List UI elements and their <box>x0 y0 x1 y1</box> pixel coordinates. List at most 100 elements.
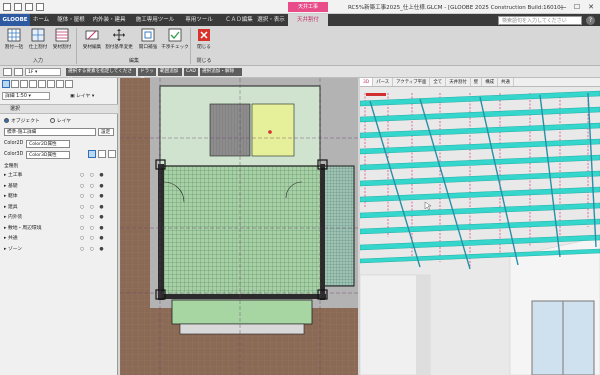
ribbon-tab-bar: GLOOBE ホーム 躯体・屋根 内外装・建具 施工専用ツール 専用ツール ＣＡ… <box>0 14 600 26</box>
color3d-label: Color3D <box>4 152 24 157</box>
tree-item[interactable]: ▸ 躯体 ○ ○ ● <box>4 192 114 203</box>
ribbon-panel: 割付一括 仕上割付 受材割付 入力 受材編集 割付基準変更 開口補強 干渉チェッ… <box>0 26 600 66</box>
preset-select[interactable]: 標準-施工詳細 <box>4 128 96 136</box>
visibility-icon[interactable] <box>88 150 96 158</box>
cad-toggle-button[interactable]: CAD <box>184 68 198 76</box>
check-icon <box>168 28 182 42</box>
interference-check-button[interactable]: 干渉チェック <box>160 28 190 56</box>
tab-home[interactable]: ホーム <box>30 14 52 26</box>
tab-structure[interactable]: 躯体・屋根 <box>56 14 86 26</box>
pan-icon[interactable] <box>20 80 28 88</box>
quick-access-toolbar <box>3 3 44 11</box>
bulk-layout-button[interactable]: 割付一括 <box>2 28 26 56</box>
app-menu-icon[interactable] <box>3 3 11 11</box>
tree-item[interactable]: ▸ 内外装 ○ ○ ● <box>4 213 114 224</box>
tree-item[interactable]: ▸ 土工事 ○ ○ ● <box>4 171 114 182</box>
tab-structure[interactable]: 構成 <box>482 78 498 86</box>
finish-grid-icon <box>31 28 45 42</box>
color2d-select[interactable]: Color2D属性 <box>26 140 70 148</box>
group-label-close: 閉じる <box>196 58 212 64</box>
range-add-button[interactable]: 範囲追加 <box>158 68 182 76</box>
maximize-button[interactable]: ☐ <box>570 1 584 13</box>
left-panel: 詳細 1:50 ▾ ▣ レイヤ ▾ 選択 オブジェクト レイヤ 標準-施工詳細 … <box>0 78 118 375</box>
window-title: RC5%新築工事2025_仕上仕様.GLCM - [GLOOBE 2025 Co… <box>348 5 563 11</box>
zoom-icon[interactable] <box>11 80 19 88</box>
minimize-button[interactable]: — <box>556 1 570 13</box>
support-grid-icon <box>55 28 69 42</box>
tab-special-tools[interactable]: 専用ツール <box>182 14 216 26</box>
drag-mode-button[interactable]: ドラッグ <box>138 68 156 82</box>
close-red-icon <box>197 28 211 42</box>
fit-icon[interactable] <box>47 80 55 88</box>
help-icon[interactable]: ? <box>586 16 595 25</box>
selection-panel-header: 選択 <box>0 104 118 114</box>
perspective-view[interactable]: 3D パース アクティブ平面 全て 天井割付 壁 構成 共通 <box>360 78 600 375</box>
layer-button[interactable]: ▣ レイヤ ▾ <box>70 92 94 99</box>
layout-origin-button[interactable]: 割付基準変更 <box>104 28 134 56</box>
tab-common[interactable]: 共通 <box>498 78 514 86</box>
select-toggle-button[interactable]: 選択追加・解除 <box>200 68 242 76</box>
tab-ceiling-layout[interactable]: 天井割付 <box>288 14 328 26</box>
plan-view[interactable] <box>120 78 358 375</box>
select-arrow-icon[interactable] <box>2 80 10 88</box>
radio-layer[interactable]: レイヤ <box>49 117 71 124</box>
tab-ceiling[interactable]: 天井割付 <box>446 78 471 86</box>
tree-item[interactable]: ▸ 敷地・周辺環境 ○ ○ ● <box>4 224 114 235</box>
rotate-icon[interactable] <box>29 80 37 88</box>
finish-layout-button[interactable]: 仕上割付 <box>26 28 50 56</box>
close-window-button[interactable]: ✕ <box>584 1 598 13</box>
filter-icon[interactable] <box>98 150 106 158</box>
funnel-icon[interactable] <box>108 150 116 158</box>
ribbon-separator <box>76 28 77 64</box>
tree-item[interactable]: ▸ ゾーン ○ ○ ● <box>4 245 114 256</box>
selection-mode: オブジェクト レイヤ <box>4 117 71 124</box>
undo-icon[interactable] <box>25 3 33 11</box>
group-label-input: 入力 <box>32 58 43 64</box>
tree-item[interactable]: ▸ 建具 ○ ○ ● <box>4 203 114 214</box>
opening-reinforce-button[interactable]: 開口補強 <box>136 28 160 56</box>
grid-layout-icon <box>7 28 21 42</box>
tab-all[interactable]: 全て <box>430 78 447 86</box>
status-prompt: 選択する要素を指定してください <box>66 68 136 82</box>
redo-icon[interactable] <box>36 3 44 11</box>
tab-wall[interactable]: 壁 <box>471 78 483 86</box>
tab-construction-tools[interactable]: 施工専用ツール <box>132 14 178 26</box>
category-tree: ▸ 土工事 ○ ○ ● ▸ 基礎 ○ ○ ● ▸ 躯体 ○ ○ ● ▸ 建具 ○ ○ ●… <box>4 171 114 255</box>
tree-item[interactable]: ▸ 基礎 ○ ○ ● <box>4 182 114 193</box>
scale-select[interactable]: 詳細 1:50 ▾ <box>2 92 50 100</box>
support-edit-button[interactable]: 受材編集 <box>80 28 104 56</box>
tab-finishes[interactable]: 内外装・建具 <box>90 14 128 26</box>
view-tabs: 3D パース アクティブ平面 全て 天井割付 壁 構成 共通 <box>360 78 600 87</box>
support-layout-button[interactable]: 受材割付 <box>50 28 74 56</box>
tree-item[interactable]: ▸ 共通 ○ ○ ● <box>4 234 114 245</box>
tab-gloobe[interactable]: GLOOBE <box>0 14 30 26</box>
color3d-select[interactable]: Color3D属性 <box>26 151 70 159</box>
preset-settings-button[interactable]: 設定 <box>98 128 114 136</box>
close-ribbon-button[interactable]: 閉じる <box>192 28 216 56</box>
tab-select-display[interactable]: 選択・表示 <box>254 14 288 26</box>
tab-perspective[interactable]: パース <box>373 78 394 86</box>
nav-prev-icon[interactable] <box>3 68 12 76</box>
title-bar: 天井工事 RC5%新築工事2025_仕上仕様.GLCM - [GLOOBE 20… <box>0 0 600 14</box>
opening-icon <box>141 28 155 42</box>
section-icon[interactable] <box>56 80 64 88</box>
save-icon[interactable] <box>14 3 22 11</box>
view-tool-row <box>2 80 73 88</box>
selection-toolbar: 1F ▾ 選択する要素を指定してください ドラッグ 範囲追加 CAD 選択追加・… <box>0 66 600 82</box>
tab-cad-edit[interactable]: ＣＡＤ編集 <box>220 14 258 26</box>
ceiling-3d-render <box>360 87 600 375</box>
layer-view-icon[interactable] <box>65 80 73 88</box>
move-arrows-icon <box>112 28 126 42</box>
floor-select[interactable]: 1F ▾ <box>25 68 61 76</box>
tab-3d[interactable]: 3D <box>360 78 374 86</box>
support-edit-icon <box>85 28 99 42</box>
color2d-label: Color2D <box>4 141 24 146</box>
radio-object[interactable]: オブジェクト <box>4 117 40 124</box>
context-tab-label: 天井工事 <box>288 2 328 12</box>
ribbon-separator <box>190 28 191 64</box>
search-input[interactable]: 検索語句を入力してください <box>498 16 582 25</box>
walk-icon[interactable] <box>38 80 46 88</box>
tab-active-plane[interactable]: アクティブ平面 <box>393 78 431 86</box>
window-controls: — ☐ ✕ <box>556 1 598 13</box>
nav-next-icon[interactable] <box>14 68 23 76</box>
